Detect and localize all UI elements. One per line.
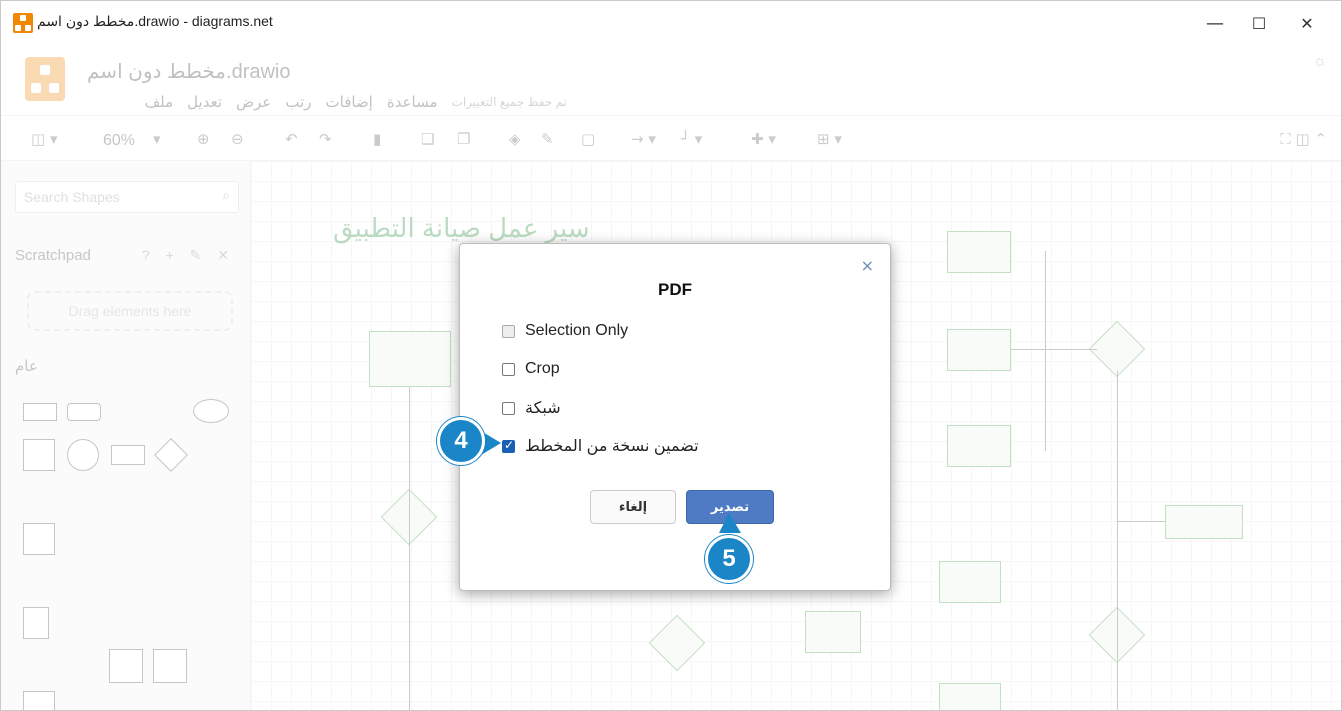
insert-icon[interactable]: ✚ ▾ <box>751 130 776 148</box>
fullscreen-collapse-icons[interactable]: ⛶ ◫ ⌃ <box>1280 130 1327 148</box>
diagram-decision[interactable] <box>1088 320 1146 378</box>
option-crop[interactable]: Crop <box>502 360 560 378</box>
diagram-node[interactable] <box>939 683 1001 710</box>
shape-circle[interactable] <box>67 439 99 471</box>
diagram-node[interactable] <box>939 561 1001 603</box>
drawio-logo <box>25 57 65 101</box>
redo-icon[interactable]: ↷ <box>319 130 332 148</box>
diagram-node[interactable] <box>369 331 451 387</box>
shape-container[interactable] <box>23 523 55 555</box>
diagram-node[interactable] <box>805 611 861 653</box>
shape-diamond[interactable] <box>154 438 188 472</box>
toolbar: ◫ ▾ 60% ▾ ⊕ ⊖ ↶ ↷ ▮ ❏ ❐ ◈ ✎ ▢ → ▾ ┘ ▾ ✚ … <box>1 115 1341 161</box>
shape-note[interactable] <box>23 607 49 639</box>
shape-square-3[interactable] <box>153 649 187 683</box>
dialog-close-icon[interactable]: × <box>861 256 874 275</box>
diagram-node[interactable] <box>947 329 1011 371</box>
shape-square[interactable] <box>23 439 55 471</box>
diagram-node[interactable] <box>947 231 1011 273</box>
search-icon: ⌕ <box>222 187 230 203</box>
shadow-icon[interactable]: ▢ <box>581 130 595 148</box>
shape-rectangle[interactable] <box>23 403 57 421</box>
drawio-app-icon <box>13 13 33 33</box>
minimize-button[interactable]: — <box>1195 9 1235 37</box>
scratchpad-label: Scratchpad <box>15 247 91 264</box>
save-status: تم حفظ جميع التغييرات <box>451 95 567 109</box>
cancel-button[interactable]: إلغاء <box>590 490 676 524</box>
selection-only-label: Selection Only <box>525 322 629 339</box>
table-icon[interactable]: ⊞ ▾ <box>817 130 842 148</box>
menu-arrange[interactable]: رتب <box>285 93 311 111</box>
menu-file[interactable]: ملف <box>145 93 174 111</box>
diagram-decision[interactable] <box>648 614 706 672</box>
scratchpad-tools[interactable]: ? + ✎ ✕ <box>142 247 235 264</box>
zoom-out-icon[interactable]: ⊖ <box>231 130 244 148</box>
menu-extras[interactable]: إضافات <box>326 93 373 111</box>
dialog-title: PDF <box>658 280 692 299</box>
diagram-node[interactable] <box>947 425 1011 467</box>
menu-bar: ملف تعديل عرض رتب إضافات مساعدة تم حفظ ج… <box>87 93 577 111</box>
zoom-dropdown-icon[interactable]: ▾ <box>153 130 161 148</box>
step-4-callout: 4 <box>437 417 485 465</box>
search-placeholder: Search Shapes <box>24 189 120 205</box>
connection-icon[interactable]: → ▾ <box>631 130 656 148</box>
menu-edit[interactable]: تعديل <box>187 93 222 111</box>
include-copy-label: تضمين نسخة من المخطط <box>525 438 699 455</box>
to-front-icon[interactable]: ❏ <box>421 130 434 148</box>
shape-rounded-rectangle[interactable] <box>67 403 101 421</box>
waypoints-icon[interactable]: ┘ ▾ <box>681 130 702 148</box>
theme-icon[interactable]: ☼ <box>1312 53 1327 71</box>
window-title: مخطط دون اسم.drawio - diagrams.net <box>37 13 273 29</box>
shape-ellipse[interactable] <box>193 399 229 423</box>
delete-icon[interactable]: ▮ <box>373 130 381 148</box>
general-shapes-header[interactable]: عام <box>15 357 235 375</box>
pdf-export-dialog: × PDF Selection Only Crop شبكة تضمين نسخ… <box>459 243 891 591</box>
shape-square-2[interactable] <box>109 649 143 683</box>
connector-line <box>1117 521 1165 522</box>
connector-line <box>1011 349 1097 350</box>
line-color-icon[interactable]: ✎ <box>541 130 554 148</box>
option-selection-only[interactable]: Selection Only <box>502 322 628 340</box>
diagram-heading: سير عمل صيانة التطبيق <box>333 213 590 243</box>
step-5-callout: 5 <box>705 535 753 583</box>
selection-only-checkbox[interactable] <box>502 324 515 338</box>
window-titlebar: مخطط دون اسم.drawio - diagrams.net — ☐ ✕ <box>1 1 1341 45</box>
scratchpad-drop-area[interactable]: Drag elements here <box>27 291 233 331</box>
undo-icon[interactable]: ↶ <box>285 130 298 148</box>
crop-label: Crop <box>525 360 560 377</box>
menu-view[interactable]: عرض <box>236 93 271 111</box>
connector-line <box>1117 371 1118 710</box>
grid-checkbox[interactable] <box>502 401 515 415</box>
zoom-in-icon[interactable]: ⊕ <box>197 130 210 148</box>
step-5-pointer <box>719 513 741 533</box>
to-back-icon[interactable]: ❐ <box>457 130 470 148</box>
shape-process[interactable] <box>111 445 145 465</box>
menu-help[interactable]: مساعدة <box>387 93 438 111</box>
shapes-sidebar: Search Shapes ⌕ Scratchpad ? + ✎ ✕ Drag … <box>1 161 251 710</box>
format-panel-icon[interactable]: ◫ ▾ <box>31 130 57 148</box>
search-shapes-input[interactable]: Search Shapes ⌕ <box>15 181 239 213</box>
shape-list[interactable] <box>23 691 55 710</box>
fill-color-icon[interactable]: ◈ <box>509 130 521 148</box>
scratchpad-header[interactable]: Scratchpad ? + ✎ ✕ <box>15 247 235 269</box>
zoom-level[interactable]: 60% <box>103 132 135 150</box>
grid-label: شبكة <box>525 400 561 417</box>
app-window: مخطط دون اسم.drawio - diagrams.net — ☐ ✕… <box>0 0 1342 711</box>
connector-line <box>409 387 410 710</box>
maximize-button[interactable]: ☐ <box>1239 9 1279 37</box>
document-title[interactable]: مخطط دون اسم.drawio <box>87 59 291 84</box>
connector-line <box>1045 251 1046 451</box>
close-window-button[interactable]: ✕ <box>1287 9 1327 37</box>
option-include-copy[interactable]: تضمين نسخة من المخطط <box>502 436 699 456</box>
crop-checkbox[interactable] <box>502 362 515 376</box>
diagram-node[interactable] <box>1165 505 1243 539</box>
